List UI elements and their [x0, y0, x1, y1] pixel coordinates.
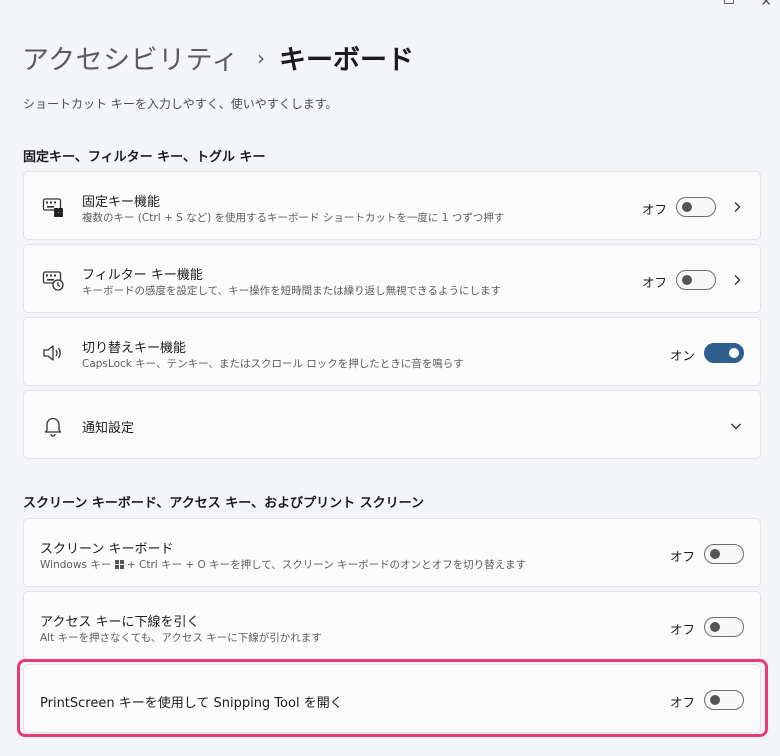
toggle-keys-card[interactable]: 切り替えキー機能 CapsLock キー、テンキー、またはスクロール ロックを押… — [23, 317, 761, 386]
underline-access-keys-desc: Alt キーを押さなくても、アクセス キーに下線が引かれます — [40, 632, 322, 644]
maximize-icon[interactable] — [724, 0, 735, 4]
filter-keys-card[interactable]: フィルター キー機能 キーボードの感度を設定して、キー操作を短時間または繰り返し… — [23, 244, 761, 313]
toggle-keys-title: 切り替えキー機能 — [82, 341, 187, 356]
chevron-right-icon — [734, 202, 741, 212]
speaker-icon — [43, 345, 61, 361]
filter-keys-state: オフ — [642, 275, 668, 290]
filter-keys-title: フィルター キー機能 — [82, 268, 203, 283]
sticky-keys-toggle[interactable] — [676, 197, 716, 217]
notification-settings-card[interactable]: 通知設定 — [23, 390, 761, 459]
close-icon[interactable]: ✕ — [760, 0, 772, 10]
on-screen-keyboard-state: オフ — [670, 549, 696, 564]
underline-access-keys-state: オフ — [670, 622, 696, 637]
sticky-keys-icon — [42, 198, 63, 217]
toggle-keys-desc: CapsLock キー、テンキー、またはスクロール ロックを押したときに音を鳴ら… — [82, 358, 464, 370]
page-subtitle: ショートカット キーを入力しやすく、使いやすくします。 — [23, 97, 338, 111]
notification-settings-title: 通知設定 — [82, 421, 135, 436]
highlight-frame — [17, 659, 768, 737]
section-heading-keyboard: スクリーン キーボード、アクセス キー、およびプリント スクリーン — [23, 496, 424, 511]
windows-logo-icon — [114, 560, 124, 569]
underline-access-keys-title: アクセス キーに下線を引く — [40, 615, 200, 630]
chevron-right-icon — [734, 275, 741, 285]
filter-keys-icon — [42, 271, 64, 291]
filter-keys-desc: キーボードの感度を設定して、キー操作を短時間または繰り返し無視できるようにします — [82, 285, 501, 297]
bell-icon — [44, 417, 62, 437]
on-screen-keyboard-desc: Windows キー + Ctrl キー + O キーを押して、スクリーン キー… — [40, 559, 527, 571]
sticky-keys-desc: 複数のキー (Ctrl + S など) を使用するキーボード ショートカットを一… — [82, 212, 505, 224]
breadcrumb-parent[interactable]: アクセシビリティ — [22, 38, 239, 77]
window-controls: ✕ — [724, 0, 772, 10]
toggle-keys-state: オン — [670, 348, 696, 363]
on-screen-keyboard-toggle[interactable] — [704, 544, 744, 564]
sticky-keys-state: オフ — [642, 202, 668, 217]
underline-access-keys-card[interactable]: アクセス キーに下線を引く Alt キーを押さなくても、アクセス キーに下線が引… — [23, 591, 761, 660]
breadcrumb-separator: › — [257, 45, 266, 70]
sticky-keys-card[interactable]: 固定キー機能 複数のキー (Ctrl + S など) を使用するキーボード ショ… — [23, 171, 761, 240]
breadcrumb: アクセシビリティ › キーボード — [22, 38, 414, 77]
toggle-keys-toggle[interactable] — [704, 343, 744, 363]
on-screen-keyboard-title: スクリーン キーボード — [40, 542, 174, 557]
filter-keys-toggle[interactable] — [676, 270, 716, 290]
underline-access-keys-toggle[interactable] — [704, 617, 744, 637]
section-heading-toggle-keys: 固定キー、フィルター キー、トグル キー — [23, 150, 266, 165]
chevron-down-icon[interactable] — [730, 420, 742, 432]
sticky-keys-title: 固定キー機能 — [82, 195, 161, 210]
on-screen-keyboard-card[interactable]: スクリーン キーボード Windows キー + Ctrl キー + O キーを… — [23, 518, 761, 587]
page-title: キーボード — [279, 45, 415, 76]
